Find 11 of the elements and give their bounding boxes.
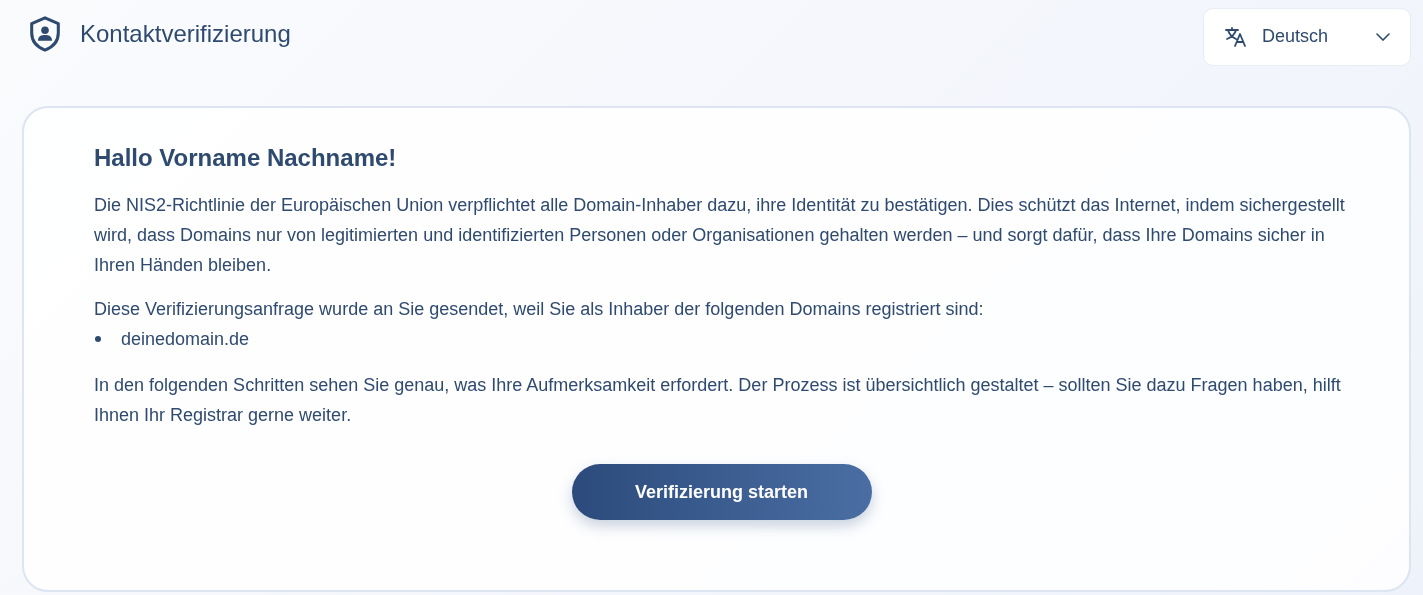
domain-item: deinedomain.de [121, 328, 250, 351]
paragraph: Die NIS2-Richtlinie der Europäischen Union verpflichtet alle Domain-Inhaber dazu, ihre Identität zu bestätigen. Dies schützt das Internet, indem sichergestellt wird, dass Domains nur von legitimierten und identifizierten Personen oder Organisationen gehalten werden – und sorgt dafür, dass Ihre Domains sicher in Ihren Händen bleiben. [94, 194, 1346, 277]
start-verification-button[interactable]: Verifizierung starten [571, 464, 872, 520]
language-dropdown[interactable]: Deutsch [1203, 7, 1411, 66]
bullet-icon [95, 336, 101, 342]
app-title: Kontaktverifizierung [80, 20, 291, 48]
chevron-down-icon [1376, 32, 1390, 41]
paragraph: Diese Verifizierungsanfrage wurde an Sie gesendet, weil Sie als Inhaber der folgenden Domains registriert sind: [94, 298, 985, 321]
greeting-heading: Hallo Vorname Nachname! [94, 144, 398, 172]
translate-icon [1224, 24, 1248, 49]
paragraph: In den folgenden Schritten sehen Sie genau, was Ihre Aufmerksamkeit erfordert. Der Prozess ist übersichtlich gestaltet – sollten Sie dazu Fragen haben, hilft Ihnen Ihr Registrar gerne weiter. [94, 374, 1342, 427]
